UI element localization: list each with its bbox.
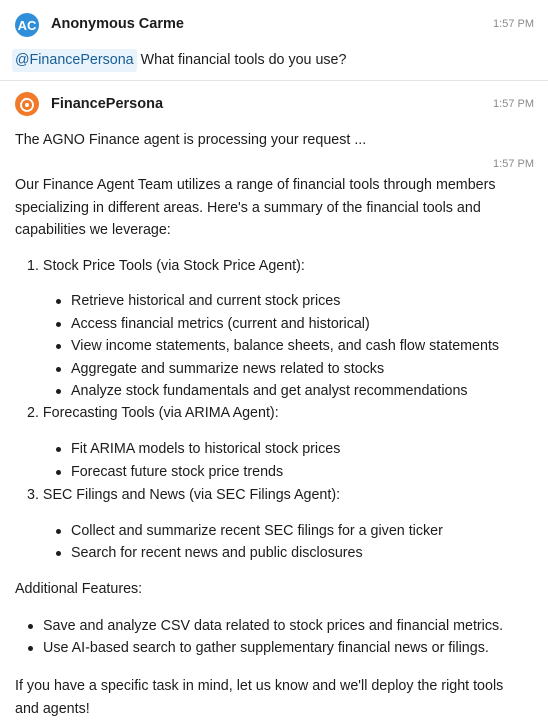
- message-timestamp[interactable]: 1:57 PM: [493, 98, 534, 110]
- list-item: Retrieve historical and current stock pr…: [55, 290, 340, 313]
- list-title: SEC Filings and News (via SEC Filings Ag…: [42, 487, 341, 503]
- user-mention[interactable]: @FinancePersona: [12, 49, 137, 72]
- message-intro: Our Finance Agent Team utilizes a range …: [15, 177, 496, 238]
- list-item: 3. SEC Filings and News (via SEC Filings…: [27, 484, 340, 507]
- message-divider: [0, 80, 548, 81]
- additional-features-title: Additional Features:: [15, 581, 143, 597]
- avatar[interactable]: AC: [15, 13, 39, 37]
- list-item: Access financial metrics (current and hi…: [56, 313, 370, 336]
- message-timestamp[interactable]: 1:57 PM: [493, 158, 534, 170]
- list-title: Forecasting Tools (via ARIMA Agent):: [42, 405, 279, 421]
- list-number: 3.: [27, 487, 39, 503]
- list-number: 1.: [27, 258, 39, 274]
- list-item: Analyze stock fundamentals and get analy…: [56, 380, 468, 403]
- list-item: View income statements, balance sheets, …: [55, 335, 499, 358]
- list-item: Use AI-based search to gather supplement…: [28, 637, 489, 660]
- list-item: Collect and summarize recent SEC filings…: [56, 520, 443, 543]
- list-item: Aggregate and summarize news related to …: [55, 358, 384, 381]
- author-name[interactable]: FinancePersona: [51, 96, 163, 112]
- message-text: @FinancePersona What financial tools do …: [12, 49, 530, 72]
- list-item: Fit ARIMA models to historical stock pri…: [55, 438, 340, 461]
- message-body: The AGNO Finance agent is processing you…: [15, 132, 367, 148]
- list-item: 2. Forecasting Tools (via ARIMA Agent):: [27, 402, 279, 425]
- list-item: Save and analyze CSV data related to sto…: [27, 615, 503, 638]
- message-timestamp[interactable]: 1:57 PM: [493, 18, 534, 30]
- list-item: Search for recent news and public disclo…: [56, 542, 363, 565]
- author-name[interactable]: Anonymous Carme: [51, 16, 184, 32]
- list-item: 1. Stock Price Tools (via Stock Price Ag…: [27, 255, 305, 278]
- message-body: What financial tools do you use?: [140, 52, 347, 68]
- list-title: Stock Price Tools (via Stock Price Agent…: [42, 258, 305, 274]
- finance-persona-logo-icon[interactable]: [15, 92, 39, 116]
- closing-text: If you have a specific task in mind, let…: [15, 678, 504, 717]
- list-number: 2.: [27, 405, 39, 421]
- list-item: Forecast future stock price trends: [55, 461, 283, 484]
